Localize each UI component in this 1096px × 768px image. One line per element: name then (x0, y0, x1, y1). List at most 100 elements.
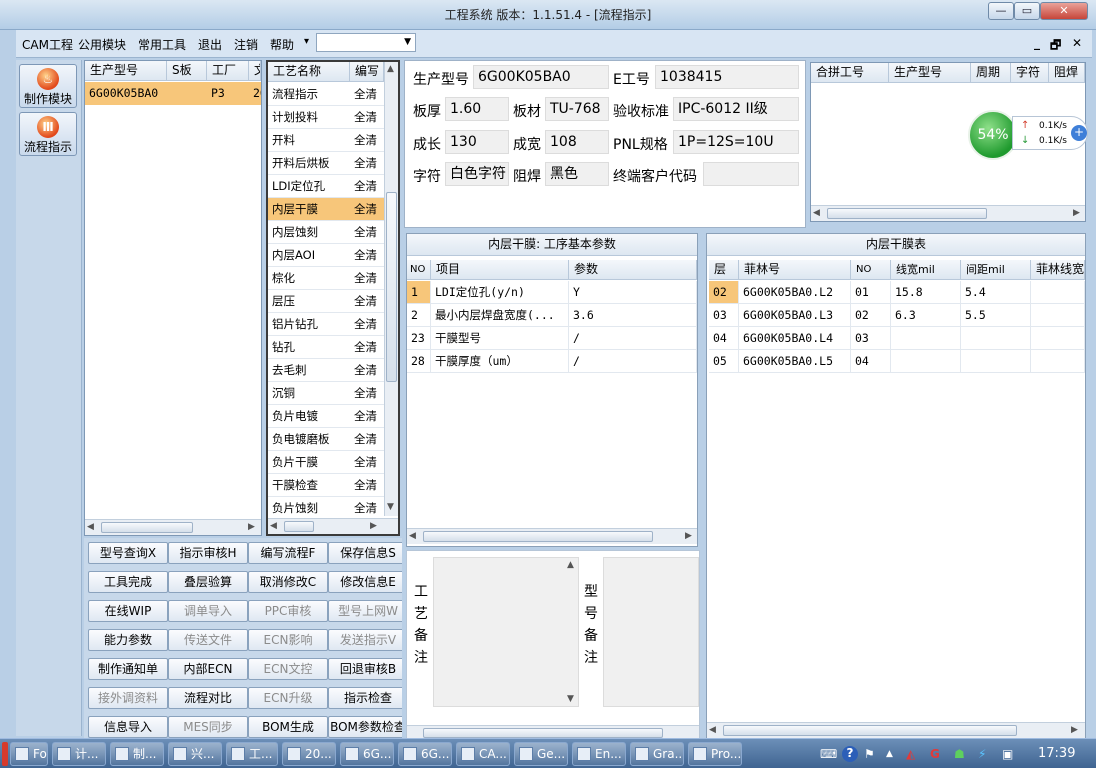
scroll-left-icon[interactable]: ◀ (87, 522, 94, 532)
toolbar-combo[interactable]: ▼ (316, 33, 416, 52)
op-button[interactable]: PPC审核 (248, 600, 328, 622)
table-row[interactable]: 负电镀磨板 全清 (268, 428, 384, 451)
mdi-restore-button[interactable]: 🗗 (1050, 36, 1061, 57)
table-row[interactable]: 开料 全清 (268, 129, 384, 152)
mdi-close-button[interactable]: ✕ (1072, 36, 1082, 50)
network-speed-gauge[interactable]: 54% (968, 110, 1018, 160)
op-button[interactable]: 工具完成 (88, 571, 168, 593)
col-header[interactable]: 项目 (431, 260, 569, 280)
col-header[interactable]: 周期 (971, 63, 1011, 83)
table-row[interactable]: 负片电镀 全清 (268, 405, 384, 428)
horizontal-scrollbar[interactable]: ◀ ▶ (707, 722, 1085, 738)
table-row[interactable]: 负片蚀刻 全清 (268, 497, 384, 520)
scroll-down-icon[interactable]: ▼ (567, 694, 574, 704)
table-row[interactable]: 负片干膜 全清 (268, 451, 384, 474)
taskbar-item[interactable]: 6G... (340, 742, 394, 766)
table-row[interactable]: 05 6G00K05BA0.L5 04 (709, 350, 1085, 373)
col-header[interactable]: 合拼工号 (811, 63, 889, 83)
op-button[interactable]: 调单导入 (168, 600, 248, 622)
op-button[interactable]: 型号查询X (88, 542, 168, 564)
op-button[interactable]: BOM参数检查 (328, 716, 402, 738)
field-pnl-spec[interactable]: 1P=12S=10U (673, 130, 799, 154)
taskbar-item[interactable]: Pro... (688, 742, 742, 766)
op-button[interactable]: ECN升级 (248, 687, 328, 709)
chevron-down-icon[interactable]: ▼ (404, 37, 411, 47)
op-button[interactable]: 信息导入 (88, 716, 168, 738)
scroll-right-icon[interactable]: ▶ (1073, 208, 1080, 218)
op-button[interactable]: 发送指示V (328, 629, 402, 651)
keyboard-icon[interactable]: ⌨ (820, 747, 837, 761)
op-button[interactable]: 传送文件 (168, 629, 248, 651)
menu-common-tools[interactable]: 常用工具 (138, 36, 186, 53)
scroll-thumb[interactable] (827, 208, 987, 219)
help-icon[interactable]: ? (842, 746, 858, 762)
op-button[interactable]: MES同步 (168, 716, 248, 738)
menu-help[interactable]: 帮助 (270, 36, 294, 53)
scroll-left-icon[interactable]: ◀ (409, 531, 416, 541)
table-row[interactable]: 6G00K05BA0 P3 20 (85, 82, 261, 105)
menu-exit[interactable]: 退出 (198, 36, 222, 53)
taskbar-item[interactable]: CA... (456, 742, 510, 766)
taskbar-item[interactable]: Gra... (630, 742, 684, 766)
table-row[interactable]: 内层干膜 全清 (268, 198, 384, 221)
nav-process-guide[interactable]: Ⅲ 流程指示 (19, 112, 77, 156)
col-header[interactable]: S板 (167, 61, 207, 81)
table-row[interactable]: 去毛刺 全清 (268, 359, 384, 382)
op-button[interactable]: BOM生成 (248, 716, 328, 738)
scroll-left-icon[interactable]: ◀ (270, 521, 277, 531)
col-header[interactable]: 字符 (1011, 63, 1049, 83)
scroll-right-icon[interactable]: ▶ (370, 521, 377, 531)
op-button[interactable]: 指示检查 (328, 687, 402, 709)
taskbar-item[interactable]: 6G... (398, 742, 452, 766)
field-solder-mask[interactable]: 黑色 (545, 162, 609, 186)
op-button[interactable]: 制作通知单 (88, 658, 168, 680)
table-row[interactable]: 流程指示 全清 (268, 83, 384, 106)
op-button[interactable]: 修改信息E (328, 571, 402, 593)
col-header[interactable]: 层 (709, 260, 739, 280)
op-button[interactable]: 叠层验算 (168, 571, 248, 593)
mdi-minimize-button[interactable]: _ (1034, 36, 1040, 50)
taskbar-item[interactable]: En... (572, 742, 626, 766)
col-header[interactable]: 工厂 (207, 61, 249, 81)
plus-icon[interactable]: + (1071, 125, 1087, 141)
op-button[interactable]: 接外调资料 (88, 687, 168, 709)
table-row[interactable]: 钻孔 全清 (268, 336, 384, 359)
maximize-button[interactable]: ▭ (1014, 2, 1040, 20)
col-header[interactable]: 生产型号 (889, 63, 971, 83)
col-header[interactable]: 线宽mil (891, 260, 961, 280)
col-header[interactable]: 菲林号 (739, 260, 851, 280)
table-row[interactable]: 沉铜 全清 (268, 382, 384, 405)
col-header[interactable]: 工艺名称 (268, 62, 350, 82)
table-row[interactable]: 计划投料 全清 (268, 106, 384, 129)
table-row[interactable]: 23 干膜型号 / (407, 327, 697, 350)
col-header[interactable]: 文 (249, 61, 261, 81)
menu-cam[interactable]: CAM工程 (22, 36, 73, 53)
taskbar-item[interactable]: 20... (282, 742, 336, 766)
field-length[interactable]: 130 (445, 130, 509, 154)
op-button[interactable]: 取消修改C (248, 571, 328, 593)
vertical-scrollbar[interactable]: ▲ ▼ (384, 62, 398, 516)
col-header[interactable]: 菲林线宽 (1031, 260, 1085, 280)
field-e-number[interactable]: 1038415 (655, 65, 799, 89)
col-header[interactable]: 阻焊 (1049, 63, 1085, 83)
menu-overflow-icon[interactable]: ▾ (304, 36, 309, 47)
close-button[interactable]: ✕ (1040, 2, 1088, 20)
scroll-thumb[interactable] (386, 192, 397, 382)
chat-icon[interactable]: ☗ (954, 747, 965, 761)
op-button[interactable]: 内部ECN (168, 658, 248, 680)
app-g-icon[interactable]: G (930, 747, 940, 761)
taskbar-item[interactable]: 计... (52, 742, 106, 766)
scroll-thumb[interactable] (723, 725, 1017, 736)
field-standard[interactable]: IPC-6012 II级 (673, 97, 799, 121)
model-remark-textarea[interactable] (603, 557, 699, 707)
nav-make-module[interactable]: ♨ 制作模块 (19, 64, 77, 108)
table-row[interactable]: 04 6G00K05BA0.L4 03 (709, 327, 1085, 350)
op-button[interactable]: 流程对比 (168, 687, 248, 709)
taskbar-item[interactable]: 工... (226, 742, 278, 766)
horizontal-scrollbar[interactable]: ◀ ▶ (85, 519, 261, 535)
scroll-thumb[interactable] (284, 521, 314, 532)
op-button[interactable]: 能力参数 (88, 629, 168, 651)
table-row[interactable]: 02 6G00K05BA0.L2 01 15.8 5.4 (709, 281, 1085, 304)
op-button[interactable]: 编写流程F (248, 542, 328, 564)
scroll-thumb[interactable] (423, 531, 653, 542)
